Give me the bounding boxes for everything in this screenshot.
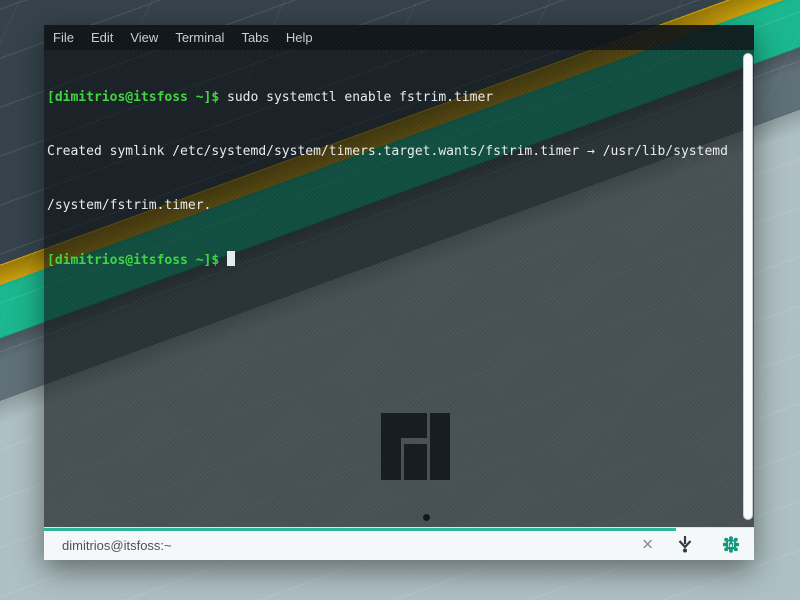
menu-tabs[interactable]: Tabs bbox=[241, 25, 268, 50]
terminal-line: [dimitrios@itsfoss ~]$ bbox=[47, 251, 739, 270]
desktop-wallpaper: File Edit View Terminal Tabs Help [dimit… bbox=[0, 0, 800, 600]
shell-output: /system/fstrim.timer. bbox=[47, 198, 211, 213]
scroll-down-button[interactable] bbox=[676, 535, 694, 553]
shell-command: sudo systemctl enable fstrim.timer bbox=[219, 90, 493, 105]
terminal-line: Created symlink /etc/systemd/system/time… bbox=[47, 143, 739, 161]
terminal-cursor bbox=[227, 251, 235, 266]
terminal-tabbar: dimitrios@itsfoss:~ ✕ bbox=[44, 527, 754, 560]
terminal-line: [dimitrios@itsfoss ~]$sudo systemctl ena… bbox=[47, 89, 739, 107]
menu-terminal[interactable]: Terminal bbox=[175, 25, 224, 50]
terminal-menubar: File Edit View Terminal Tabs Help bbox=[44, 25, 754, 50]
shell-output: Created symlink /etc/systemd/system/time… bbox=[47, 144, 728, 159]
tab-active[interactable]: dimitrios@itsfoss:~ ✕ bbox=[44, 528, 676, 560]
manjaro-logo-watermark bbox=[381, 413, 450, 480]
settings-gear-button[interactable] bbox=[722, 535, 740, 553]
terminal-window: File Edit View Terminal Tabs Help [dimit… bbox=[44, 25, 754, 560]
scrollbar[interactable] bbox=[743, 53, 753, 520]
close-icon[interactable]: ✕ bbox=[641, 537, 654, 552]
menu-help[interactable]: Help bbox=[286, 25, 313, 50]
tab-label: dimitrios@itsfoss:~ bbox=[62, 538, 172, 553]
handle-dot bbox=[423, 514, 430, 521]
scroll-down-icon bbox=[678, 535, 692, 553]
menu-file[interactable]: File bbox=[53, 25, 74, 50]
tabbar-actions bbox=[676, 528, 754, 560]
shell-prompt: [dimitrios@itsfoss ~]$ bbox=[47, 90, 219, 105]
terminal-viewport[interactable]: [dimitrios@itsfoss ~]$sudo systemctl ena… bbox=[44, 50, 754, 527]
terminal-output: [dimitrios@itsfoss ~]$sudo systemctl ena… bbox=[47, 53, 739, 306]
menu-edit[interactable]: Edit bbox=[91, 25, 113, 50]
menu-view[interactable]: View bbox=[130, 25, 158, 50]
terminal-line: /system/fstrim.timer. bbox=[47, 197, 739, 215]
settings-gear-icon bbox=[722, 535, 740, 554]
shell-prompt: [dimitrios@itsfoss ~]$ bbox=[47, 253, 219, 268]
